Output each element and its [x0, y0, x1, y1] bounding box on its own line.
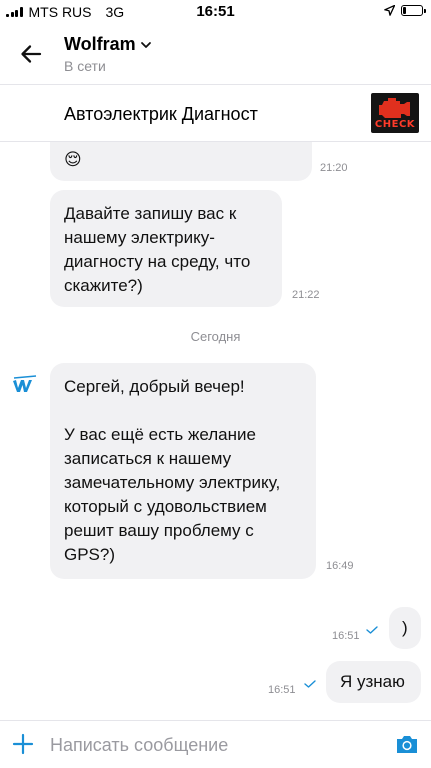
- pinned-title: Автоэлектрик Диагност: [64, 104, 258, 124]
- chat-title-text: Wolfram: [64, 34, 136, 54]
- read-check-icon: [304, 680, 316, 688]
- plus-icon: [12, 733, 34, 755]
- chat-title[interactable]: Wolfram: [64, 34, 152, 55]
- message-time: 16:49: [326, 560, 354, 572]
- battery-icon: [401, 5, 426, 16]
- composer: [0, 721, 431, 768]
- sender-avatar[interactable]: [12, 375, 38, 395]
- message-time: 21:22: [292, 289, 320, 301]
- status-right: [384, 5, 426, 16]
- chevron-down-icon: [140, 41, 151, 48]
- message-bubble-outgoing[interactable]: ) 16:51: [332, 607, 421, 649]
- read-check-icon: [366, 626, 378, 634]
- back-arrow-icon: [21, 45, 42, 63]
- wolfram-logo-icon: [13, 375, 37, 392]
- message-bubble-outgoing[interactable]: Я узнаю 16:51: [268, 661, 421, 703]
- message-bubble[interactable]: 😌 21:20: [50, 142, 348, 181]
- chat-status: В сети: [64, 58, 106, 74]
- check-caption: CHECK: [374, 119, 416, 130]
- camera-icon: [397, 736, 417, 753]
- message-text: ): [402, 618, 408, 637]
- status-bar: MTS RUS 3G 16:51: [0, 0, 431, 24]
- camera-button[interactable]: [395, 733, 419, 755]
- message-bubble[interactable]: Сергей, добрый вечер! У вас ещё есть жел…: [50, 363, 354, 579]
- message-text: Я узнаю: [340, 672, 405, 691]
- message-input[interactable]: [50, 731, 370, 759]
- check-engine-image[interactable]: CHECK: [371, 93, 419, 133]
- message-text: Давайте запишу вас к нашему электрику- д…: [64, 204, 251, 295]
- back-button[interactable]: [18, 40, 46, 68]
- battery-level-fill: [403, 7, 406, 14]
- attach-button[interactable]: [12, 733, 34, 755]
- message-text: Сергей, добрый вечер! У вас ещё есть жел…: [64, 377, 281, 564]
- message-list[interactable]: 😌 21:20 Давайте запишу вас к нашему элек…: [0, 142, 431, 720]
- message-time: 16:51: [268, 684, 296, 696]
- location-icon: [384, 5, 395, 16]
- message-time: 21:20: [320, 162, 348, 174]
- status-time: 16:51: [196, 3, 235, 20]
- date-separator: Сегодня: [190, 329, 241, 344]
- chat-header: Wolfram В сети: [0, 24, 431, 84]
- message-time: 16:51: [332, 630, 360, 642]
- pinned-bar[interactable]: Автоэлектрик Диагност CHECK: [0, 85, 431, 141]
- message-text: 😌: [64, 150, 82, 169]
- message-bubble[interactable]: Давайте запишу вас к нашему электрику- д…: [50, 190, 320, 307]
